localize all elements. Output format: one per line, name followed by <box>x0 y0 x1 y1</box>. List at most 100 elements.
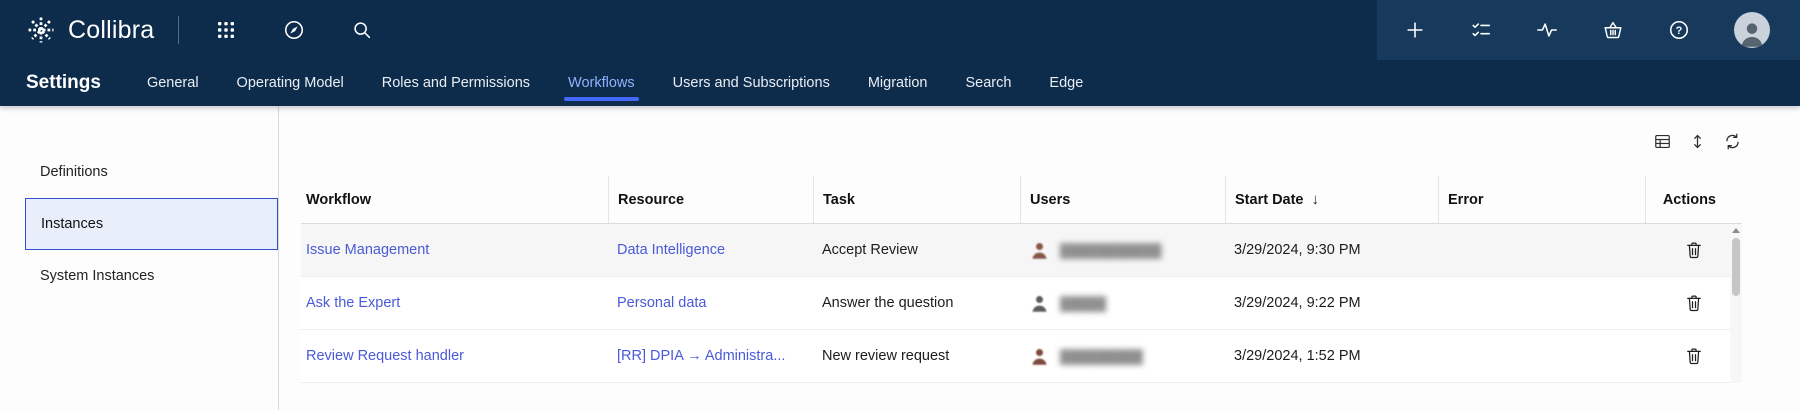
collibra-logo[interactable]: Collibra <box>0 15 178 45</box>
basket-icon[interactable] <box>1602 19 1624 41</box>
column-header-label: Task <box>823 192 855 208</box>
tab-migration[interactable]: Migration <box>868 60 928 106</box>
user-name-blurred: ███████████ <box>1060 243 1161 258</box>
help-glyph: ? <box>1676 25 1683 37</box>
actions-cell <box>1645 238 1742 262</box>
tab-general[interactable]: General <box>147 60 199 106</box>
table-header-row: Workflow Resource Task Users Start Date … <box>301 176 1742 224</box>
refresh-icon[interactable] <box>1723 132 1742 151</box>
table-scrollbar[interactable] <box>1730 224 1742 383</box>
table-row: Ask the Expert Personal data Answer the … <box>301 277 1742 330</box>
column-header-start-date[interactable]: Start Date ↓ <box>1225 176 1438 223</box>
resource-link[interactable]: [RR] DPIA → Administra... <box>608 348 813 364</box>
users-cell: ███████████ <box>1020 238 1225 262</box>
delete-instance-button[interactable] <box>1682 291 1706 315</box>
sidebar-item-instances[interactable]: Instances <box>25 198 278 250</box>
column-header-workflow[interactable]: Workflow <box>301 176 608 223</box>
app-header: Collibra <box>0 0 1800 106</box>
task-cell: Accept Review <box>813 242 1020 258</box>
start-date-cell: 3/29/2024, 9:22 PM <box>1225 295 1438 311</box>
help-icon[interactable]: ? <box>1668 19 1690 41</box>
users-cell: █████ <box>1020 291 1225 315</box>
settings-navbar: Settings General Operating Model Roles a… <box>0 60 1800 106</box>
trash-icon <box>1684 240 1704 260</box>
sort-desc-icon[interactable]: ↓ <box>1312 191 1320 208</box>
table-toolbar <box>301 130 1742 152</box>
task-cell: Answer the question <box>813 295 1020 311</box>
users-cell: █████████ <box>1020 344 1225 368</box>
workflow-link[interactable]: Ask the Expert <box>301 295 608 311</box>
tab-label: Users and Subscriptions <box>673 75 830 91</box>
tab-label: Edge <box>1049 75 1083 91</box>
scrollbar-up-button[interactable] <box>1732 224 1740 236</box>
page-body: Definitions Instances System Instances <box>0 106 1800 410</box>
actions-cell <box>1645 344 1742 368</box>
tab-roles-and-permissions[interactable]: Roles and Permissions <box>382 60 530 106</box>
settings-tabs: General Operating Model Roles and Permis… <box>147 60 1083 106</box>
table-row: Review Request handler [RR] DPIA → Admin… <box>301 330 1742 383</box>
column-header-label: Workflow <box>306 192 371 208</box>
tab-label: Workflows <box>568 75 635 91</box>
column-header-label: Actions <box>1663 192 1716 208</box>
resource-link[interactable]: Data Intelligence <box>608 242 813 258</box>
column-header-resource[interactable]: Resource <box>608 176 813 223</box>
collibra-logo-icon <box>26 15 56 45</box>
instances-content: Workflow Resource Task Users Start Date … <box>279 106 1800 410</box>
sidebar-item-definitions[interactable]: Definitions <box>25 146 278 198</box>
add-icon[interactable] <box>1404 19 1426 41</box>
tab-label: General <box>147 75 199 91</box>
tasks-icon[interactable] <box>1470 19 1492 41</box>
user-photo-icon <box>1029 291 1050 315</box>
sidebar-item-system-instances[interactable]: System Instances <box>25 250 278 302</box>
tab-operating-model[interactable]: Operating Model <box>237 60 344 106</box>
sort-rows-icon[interactable] <box>1688 132 1707 151</box>
column-header-actions: Actions <box>1645 176 1742 223</box>
delete-instance-button[interactable] <box>1682 238 1706 262</box>
column-header-users[interactable]: Users <box>1020 176 1225 223</box>
trash-icon <box>1684 346 1704 366</box>
sidebar-item-label: Instances <box>41 216 103 232</box>
delete-instance-button[interactable] <box>1682 344 1706 368</box>
start-date-cell: 3/29/2024, 9:30 PM <box>1225 242 1438 258</box>
triangle-up-icon <box>1732 228 1740 233</box>
resource-link[interactable]: Personal data <box>608 295 813 311</box>
search-icon[interactable] <box>351 19 373 41</box>
column-header-label: Start Date <box>1235 192 1304 208</box>
column-header-error[interactable]: Error <box>1438 176 1645 223</box>
actions-cell <box>1645 291 1742 315</box>
tab-edge[interactable]: Edge <box>1049 60 1083 106</box>
user-name-blurred: █████ <box>1060 296 1106 311</box>
tab-workflows[interactable]: Workflows <box>568 60 635 106</box>
table-view-icon[interactable] <box>1653 132 1672 151</box>
activity-icon[interactable] <box>1536 19 1558 41</box>
instances-table: Workflow Resource Task Users Start Date … <box>301 176 1742 383</box>
user-photo-icon <box>1029 238 1050 262</box>
topbar: Collibra <box>0 0 1800 60</box>
column-header-label: Users <box>1030 192 1070 208</box>
task-cell: New review request <box>813 348 1020 364</box>
tab-label: Operating Model <box>237 75 344 91</box>
compass-icon[interactable] <box>283 19 305 41</box>
tab-users-and-subscriptions[interactable]: Users and Subscriptions <box>673 60 830 106</box>
page-title: Settings <box>26 72 101 94</box>
column-header-label: Resource <box>618 192 684 208</box>
tab-label: Migration <box>868 75 928 91</box>
sidebar-item-label: System Instances <box>40 268 154 284</box>
tab-label: Roles and Permissions <box>382 75 530 91</box>
table-row: Issue Management Data Intelligence Accep… <box>301 224 1742 277</box>
trash-icon <box>1684 293 1704 313</box>
start-date-cell: 3/29/2024, 1:52 PM <box>1225 348 1438 364</box>
scrollbar-thumb[interactable] <box>1732 238 1740 296</box>
brand-name: Collibra <box>68 16 154 45</box>
workflows-sidebar: Definitions Instances System Instances <box>25 106 279 410</box>
user-name-blurred: █████████ <box>1060 349 1143 364</box>
tab-search[interactable]: Search <box>965 60 1011 106</box>
apps-grid-icon[interactable] <box>215 19 237 41</box>
user-photo-icon <box>1029 344 1050 368</box>
column-header-task[interactable]: Task <box>813 176 1020 223</box>
user-avatar[interactable] <box>1734 12 1770 48</box>
column-header-label: Error <box>1448 192 1483 208</box>
workflow-link[interactable]: Issue Management <box>301 242 608 258</box>
workflow-link[interactable]: Review Request handler <box>301 348 608 364</box>
topbar-left-icons <box>179 19 373 41</box>
